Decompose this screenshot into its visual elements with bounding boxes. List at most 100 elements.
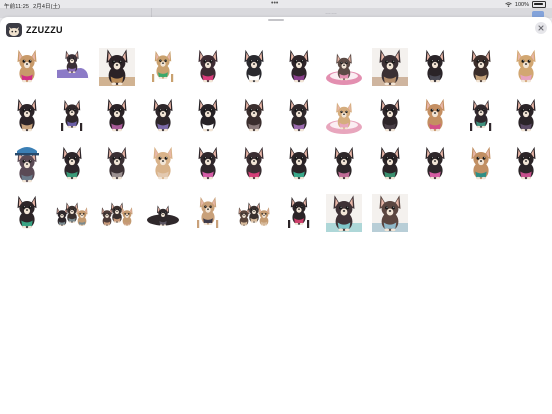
chihuahua-sticker-icon: [14, 147, 39, 183]
chihuahua-sticker-icon: [198, 98, 218, 132]
chihuahua-sticker-icon: [17, 98, 37, 132]
chihuahua-sticker-icon: [326, 53, 363, 86]
sticker-item[interactable]: [413, 42, 458, 91]
status-date: 2月4日(土): [33, 4, 61, 10]
sticker-item[interactable]: [367, 91, 412, 140]
chihuahua-sticker-icon: [244, 50, 264, 83]
xmark-icon: [538, 25, 544, 31]
sticker-item[interactable]: [322, 91, 367, 140]
chihuahua-sticker-icon: [107, 147, 127, 180]
status-indicators: 100%: [505, 1, 546, 8]
chihuahua-sticker-icon: [151, 51, 174, 83]
chihuahua-sticker-icon: [17, 195, 37, 229]
sticker-item[interactable]: [95, 42, 140, 91]
sticker-item[interactable]: [367, 42, 412, 91]
chihuahua-sticker-icon: [469, 99, 491, 131]
status-datetime: 午前11:25 2月4日(土): [4, 2, 64, 10]
sticker-item[interactable]: [367, 188, 412, 237]
chihuahua-sticker-icon: [326, 102, 363, 134]
sticker-item[interactable]: [503, 139, 548, 188]
status-time: 午前11:25: [4, 4, 30, 10]
chihuahua-sticker-icon: [516, 98, 536, 132]
sticker-item[interactable]: [413, 91, 458, 140]
chihuahua-sticker-icon: [288, 196, 310, 229]
chihuahua-sticker-icon: [62, 147, 82, 180]
chihuahua-sticker-icon: [198, 50, 218, 83]
chihuahua-sticker-icon: [516, 50, 536, 83]
sticker-item[interactable]: [4, 188, 49, 237]
sticker-item[interactable]: [186, 139, 231, 188]
chihuahua-sticker-icon: [153, 147, 173, 180]
chihuahua-sticker-icon: [238, 202, 270, 227]
battery-icon: [532, 1, 546, 8]
chihuahua-sticker-icon: [326, 194, 363, 233]
sticker-item[interactable]: [186, 42, 231, 91]
sticker-item[interactable]: [186, 188, 231, 237]
sticker-item[interactable]: [503, 91, 548, 140]
sticker-item[interactable]: [276, 139, 321, 188]
sticker-item[interactable]: [322, 42, 367, 91]
sticker-item[interactable]: [231, 188, 276, 237]
sticker-item[interactable]: [458, 42, 503, 91]
chihuahua-sticker-icon: [99, 48, 136, 87]
sticker-item[interactable]: [95, 188, 140, 237]
sticker-item[interactable]: [4, 91, 49, 140]
sticker-item[interactable]: [140, 42, 185, 91]
wifi-icon: [505, 2, 512, 7]
sticker-item[interactable]: [49, 188, 94, 237]
sticker-item[interactable]: [322, 139, 367, 188]
chihuahua-sticker-icon: [425, 98, 445, 132]
chihuahua-sticker-icon: [371, 194, 408, 233]
sticker-item[interactable]: [503, 42, 548, 91]
chihuahua-sticker-icon: [61, 99, 83, 131]
chihuahua-sticker-icon: [197, 196, 219, 229]
chihuahua-sticker-icon: [57, 50, 89, 83]
chihuahua-sticker-icon: [107, 98, 127, 132]
sticker-item[interactable]: [413, 139, 458, 188]
close-button[interactable]: [535, 22, 547, 34]
sticker-grid: [4, 42, 550, 236]
sticker-item[interactable]: [4, 42, 49, 91]
app-icon: [6, 23, 22, 37]
sticker-item[interactable]: [231, 139, 276, 188]
sticker-item[interactable]: [140, 91, 185, 140]
chihuahua-sticker-icon: [289, 50, 309, 83]
sticker-item[interactable]: [276, 42, 321, 91]
sticker-item[interactable]: [186, 91, 231, 140]
sticker-item[interactable]: [458, 139, 503, 188]
chihuahua-sticker-icon: [56, 202, 88, 227]
sticker-item[interactable]: [140, 188, 185, 237]
chihuahua-sticker-icon: [289, 147, 309, 180]
sticker-item[interactable]: [276, 188, 321, 237]
sticker-item[interactable]: [49, 42, 94, 91]
battery-percentage: 100%: [514, 1, 529, 8]
chihuahua-sticker-icon: [380, 98, 400, 132]
chihuahua-sticker-icon: [516, 147, 536, 180]
sticker-item[interactable]: [231, 91, 276, 140]
sticker-item[interactable]: [322, 188, 367, 237]
multitasking-dots[interactable]: •••: [271, 0, 278, 7]
chihuahua-sticker-icon: [17, 50, 37, 83]
sticker-item[interactable]: [49, 91, 94, 140]
sticker-item[interactable]: [367, 139, 412, 188]
sticker-item[interactable]: [4, 139, 49, 188]
sticker-item[interactable]: [458, 91, 503, 140]
sheet-header: ZZUZZU: [6, 22, 63, 38]
sticker-item[interactable]: [276, 91, 321, 140]
chihuahua-sticker-icon: [244, 147, 264, 180]
sticker-item[interactable]: [95, 139, 140, 188]
chihuahua-sticker-icon: [425, 50, 445, 83]
chihuahua-sticker-icon: [146, 205, 179, 227]
chihuahua-sticker-icon: [101, 202, 133, 227]
chihuahua-sticker-icon: [380, 147, 400, 180]
sticker-item[interactable]: [49, 139, 94, 188]
chihuahua-sticker-icon: [289, 98, 309, 132]
app-name: ZZUZZU: [26, 25, 63, 35]
chihuahua-sticker-icon: [244, 98, 264, 132]
sticker-item[interactable]: [95, 91, 140, 140]
chihuahua-sticker-icon: [471, 50, 491, 83]
sticker-item[interactable]: [231, 42, 276, 91]
chihuahua-logo-icon: [9, 27, 19, 36]
sheet-grabber[interactable]: [268, 19, 284, 21]
sticker-item[interactable]: [140, 139, 185, 188]
